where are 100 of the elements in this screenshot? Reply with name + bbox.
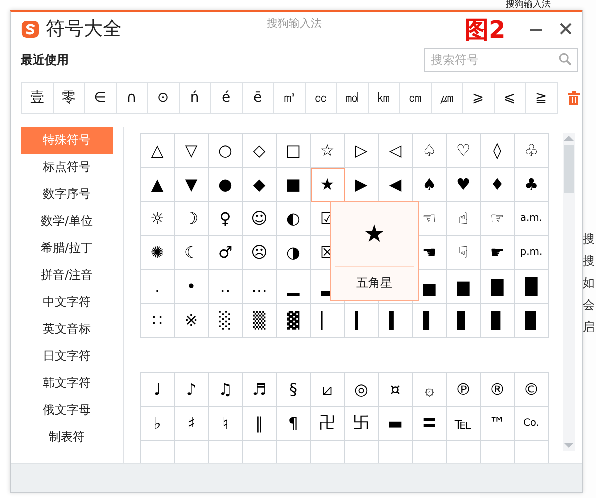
category-item[interactable]: 数学/单位 [21, 208, 113, 235]
symbol-cell[interactable]: ㎥ [274, 83, 306, 113]
symbol-cell[interactable]: ē [242, 83, 274, 113]
symbol-cell[interactable]: ☼ [141, 202, 175, 236]
symbol-cell[interactable]: ▊ [481, 304, 515, 338]
symbol-cell[interactable]: ♯ [175, 407, 209, 441]
trash-icon[interactable] [568, 91, 580, 105]
symbol-cell[interactable]: ◑ [277, 236, 311, 270]
symbol-cell[interactable]: △ [141, 134, 175, 168]
symbol-cell[interactable]: ▏ [311, 304, 345, 338]
symbol-cell[interactable]: ▬ [379, 407, 413, 441]
symbol-cell[interactable]: ≧ [526, 83, 556, 113]
symbol-cell[interactable]: □ [277, 134, 311, 168]
symbol-cell[interactable]: ∷ [141, 304, 175, 338]
symbol-cell[interactable]: ◐ [277, 202, 311, 236]
symbol-cell[interactable]: ☾ [175, 236, 209, 270]
symbol-cell[interactable]: ☛ [481, 236, 515, 270]
symbol-cell[interactable]: ☝ [447, 202, 481, 236]
symbol-cell[interactable]: Co. [515, 407, 549, 441]
category-item[interactable]: 日文字符 [21, 343, 113, 370]
symbol-cell[interactable]: ⩽ [494, 83, 526, 113]
symbol-cell[interactable]: ░ [209, 304, 243, 338]
category-item[interactable]: 标点符号 [21, 154, 113, 181]
symbol-cell[interactable]: ® [481, 373, 515, 407]
symbol-cell[interactable]: ♭ [141, 407, 175, 441]
symbol-cell[interactable]: 卍 [311, 407, 345, 441]
symbol-cell[interactable]: ń [180, 83, 211, 113]
symbol-cell[interactable]: ♩ [141, 373, 175, 407]
category-item[interactable]: 英文音标 [21, 316, 113, 343]
symbol-cell[interactable]: 壹 [22, 83, 54, 113]
symbol-cell[interactable]: ● [209, 168, 243, 202]
symbol-cell[interactable]: ▽ [175, 134, 209, 168]
symbol-cell[interactable]: ㎝ [400, 83, 432, 113]
symbol-cell[interactable]: … [243, 270, 277, 304]
symbol-cell[interactable]: ✺ [141, 236, 175, 270]
symbol-cell[interactable]: ™ [481, 407, 515, 441]
symbol-cell[interactable]: ♣ [515, 168, 549, 202]
symbol-cell[interactable]: ℡ [447, 407, 481, 441]
symbol-cell[interactable]: ▉ [515, 304, 549, 338]
symbol-cell[interactable]: ㎛ [432, 83, 463, 113]
symbol-cell[interactable]: • [175, 270, 209, 304]
symbol-cell[interactable]: © [515, 373, 549, 407]
symbol-cell[interactable]: ♂ [209, 236, 243, 270]
symbol-cell[interactable]: ☆ [311, 134, 345, 168]
symbol-cell[interactable]: ▲ [141, 168, 175, 202]
symbol-cell[interactable]: 〓 [413, 407, 447, 441]
symbol-cell[interactable]: ◆ [243, 168, 277, 202]
symbol-cell[interactable]: ♬ [243, 373, 277, 407]
search-icon[interactable] [559, 53, 572, 66]
symbol-cell[interactable]: ▌ [413, 304, 447, 338]
symbol-cell[interactable]: ♫ [209, 373, 243, 407]
symbol-cell[interactable]: ♡ [447, 134, 481, 168]
symbol-cell[interactable]: 零 [54, 83, 85, 113]
symbol-cell[interactable]: ▒ [243, 304, 277, 338]
symbol-cell[interactable]: ◎ [345, 373, 379, 407]
symbol-cell[interactable]: ∈ [85, 83, 116, 113]
symbol-cell[interactable]: ※ [175, 304, 209, 338]
symbol-cell[interactable]: . [141, 270, 175, 304]
symbol-cell[interactable]: 卐 [345, 407, 379, 441]
symbol-cell[interactable]: ‥ [209, 270, 243, 304]
symbol-cell[interactable]: ▁ [277, 270, 311, 304]
scroll-down-arrow[interactable] [564, 443, 574, 448]
symbol-cell[interactable]: ㏄ [306, 83, 337, 113]
category-item[interactable]: 俄文字母 [21, 397, 113, 424]
symbol-cell[interactable]: ◁ [379, 134, 413, 168]
symbol-cell[interactable]: ♧ [515, 134, 549, 168]
symbol-cell[interactable]: ▷ [345, 134, 379, 168]
symbol-cell[interactable]: ∩ [116, 83, 148, 113]
symbol-cell[interactable]: ▼ [175, 168, 209, 202]
symbol-cell[interactable]: ℗ [447, 373, 481, 407]
category-item[interactable]: 数字序号 [21, 181, 113, 208]
symbol-cell[interactable]: ☟ [447, 236, 481, 270]
symbol-cell[interactable]: ▆ [447, 270, 481, 304]
category-item[interactable]: 拼音/注音 [21, 262, 113, 289]
symbol-cell[interactable]: p.m. [515, 236, 549, 270]
category-item[interactable]: 制表符 [21, 424, 113, 451]
symbol-cell[interactable]: ⩾ [463, 83, 494, 113]
symbol-cell[interactable]: § [277, 373, 311, 407]
symbol-cell[interactable]: ☽ [175, 202, 209, 236]
symbol-cell[interactable]: ♪ [175, 373, 209, 407]
symbol-cell[interactable]: ♦ [481, 168, 515, 202]
symbol-cell[interactable]: ♤ [413, 134, 447, 168]
symbol-cell[interactable]: ☹ [243, 236, 277, 270]
symbol-cell[interactable]: ▋ [447, 304, 481, 338]
symbol-cell[interactable]: ♥ [447, 168, 481, 202]
symbol-cell[interactable]: ۞ [413, 373, 447, 407]
symbol-cell[interactable]: ○ [209, 134, 243, 168]
symbol-cell[interactable]: ㏖ [337, 83, 368, 113]
category-item[interactable]: 中文字符 [21, 289, 113, 316]
symbol-cell[interactable]: ☞ [481, 202, 515, 236]
symbol-cell[interactable]: ⊙ [148, 83, 180, 113]
symbol-cell[interactable]: ♀ [209, 202, 243, 236]
symbol-cell[interactable]: é [211, 83, 242, 113]
category-item[interactable]: 希腊/拉丁 [21, 235, 113, 262]
symbol-cell[interactable]: ㎞ [368, 83, 400, 113]
symbol-cell[interactable]: ¶ [277, 407, 311, 441]
symbol-cell[interactable]: █ [515, 270, 549, 304]
search-field[interactable]: 搜索符号 [424, 48, 578, 72]
symbol-cell[interactable]: a.m. [515, 202, 549, 236]
symbol-cell[interactable]: ♮ [209, 407, 243, 441]
